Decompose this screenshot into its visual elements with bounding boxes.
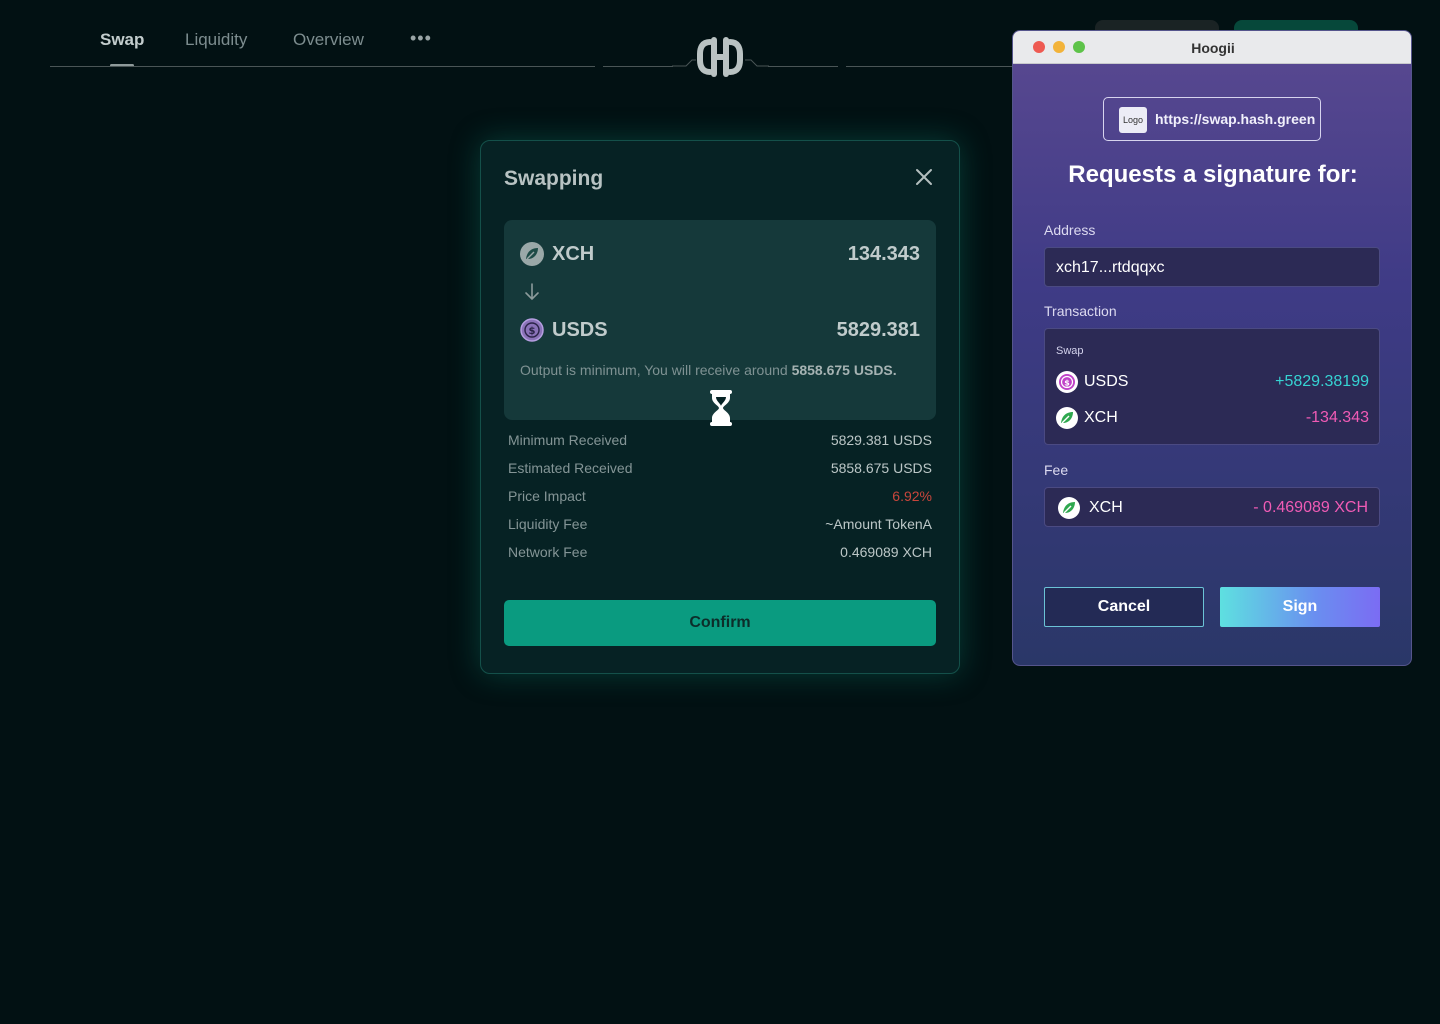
- hashgreen-logo-icon[interactable]: [696, 34, 744, 80]
- nav-connector: [672, 59, 696, 67]
- detail-liquidity-fee: Liquidity Fee ~Amount TokenA: [508, 513, 932, 541]
- from-token-amount: 134.343: [847, 243, 920, 265]
- detail-value: 5829.381 USDS: [830, 432, 932, 448]
- detail-value: ~Amount TokenA: [825, 516, 932, 532]
- leaf-token-icon: [1058, 497, 1080, 519]
- more-menu-icon[interactable]: •••: [410, 28, 432, 49]
- detail-value: 0.469089 XCH: [840, 544, 932, 560]
- transaction-row: $ USDS +5829.38199: [1055, 369, 1369, 395]
- transaction-token-symbol: USDS: [1084, 373, 1129, 390]
- fee-amount: - 0.469089 XCH: [1253, 499, 1368, 516]
- origin-url: https://swap.hash.green: [1155, 111, 1316, 127]
- tab-overview[interactable]: Overview: [293, 30, 364, 50]
- nav-divider: [603, 66, 673, 67]
- hourglass-loading-icon: [710, 390, 732, 426]
- from-token-symbol: XCH: [552, 243, 595, 265]
- to-token-row: $ USDS 5829.381: [520, 315, 920, 345]
- detail-price-impact: Price Impact 6.92%: [508, 485, 932, 513]
- transaction-kind: Swap: [1056, 345, 1084, 357]
- detail-network-fee: Network Fee 0.469089 XCH: [508, 541, 932, 569]
- swap-details: Minimum Received 5829.381 USDS Estimated…: [508, 429, 932, 569]
- note-amount: 5858.675: [791, 362, 850, 378]
- svg-text:$: $: [529, 326, 536, 337]
- note-text: Output is minimum, You will receive arou…: [520, 362, 788, 378]
- request-heading: Requests a signature for:: [1068, 161, 1358, 188]
- fee-box: XCH - 0.469089 XCH: [1044, 487, 1380, 527]
- transaction-token-symbol: XCH: [1084, 409, 1118, 426]
- window-titlebar[interactable]: Hoogii: [1013, 31, 1411, 64]
- nav-divider: [50, 66, 595, 67]
- detail-value: 6.92%: [892, 488, 932, 504]
- transaction-amount: -134.343: [1305, 409, 1369, 426]
- fee-token-symbol: XCH: [1089, 499, 1123, 516]
- detail-estimated-received: Estimated Received 5858.675 USDS: [508, 457, 932, 485]
- nav-divider: [846, 66, 1016, 67]
- tab-swap[interactable]: Swap: [100, 30, 144, 50]
- detail-value: 5858.675 USDS: [830, 460, 932, 476]
- leaf-token-icon: [1056, 407, 1078, 429]
- transaction-amount: +5829.38199: [1275, 373, 1369, 390]
- arrow-down-icon: [525, 283, 539, 301]
- transaction-box: Swap $ USDS +5829.38199 XCH -134.343: [1044, 328, 1380, 445]
- origin-url-box: Logo https://swap.hash.green: [1103, 97, 1321, 141]
- nav-divider: [768, 66, 838, 67]
- to-token-amount: 5829.381: [836, 319, 920, 341]
- note-unit: USDS.: [853, 362, 897, 378]
- transaction-row: XCH -134.343: [1055, 405, 1369, 431]
- dollar-token-icon: $: [1056, 371, 1078, 393]
- svg-text:$: $: [1064, 379, 1070, 388]
- site-logo: Logo: [1119, 107, 1147, 133]
- detail-label: Liquidity Fee: [508, 516, 588, 532]
- confirm-button[interactable]: Confirm: [504, 600, 936, 646]
- leaf-token-icon: [520, 242, 544, 266]
- address-label: Address: [1044, 222, 1096, 238]
- detail-label: Price Impact: [508, 488, 586, 504]
- tab-liquidity[interactable]: Liquidity: [185, 30, 247, 50]
- cancel-button[interactable]: Cancel: [1044, 587, 1204, 627]
- detail-label: Network Fee: [508, 544, 588, 560]
- from-token-row: XCH 134.343: [520, 239, 920, 269]
- detail-label: Estimated Received: [508, 460, 633, 476]
- modal-title: Swapping: [504, 167, 604, 190]
- transaction-label: Transaction: [1044, 303, 1117, 319]
- address-value: xch17...rtdqqxc: [1056, 259, 1165, 276]
- window-title: Hoogii: [1191, 40, 1235, 56]
- to-token-symbol: USDS: [552, 319, 608, 341]
- sign-button[interactable]: Sign: [1220, 587, 1380, 627]
- fee-label: Fee: [1044, 462, 1069, 478]
- nav-connector: [745, 59, 769, 67]
- minimum-output-note: Output is minimum, You will receive arou…: [520, 360, 920, 380]
- hoogii-wallet-window: Hoogii Logo https://swap.hash.green Requ…: [1012, 30, 1412, 666]
- detail-minimum-received: Minimum Received 5829.381 USDS: [508, 429, 932, 457]
- address-field: xch17...rtdqqxc: [1044, 247, 1380, 287]
- dollar-token-icon: $: [520, 318, 544, 342]
- close-icon[interactable]: [914, 167, 934, 187]
- detail-label: Minimum Received: [508, 432, 628, 448]
- swapping-modal: Swapping XCH 134.343 $ USDS 5829.381 Out…: [480, 140, 960, 674]
